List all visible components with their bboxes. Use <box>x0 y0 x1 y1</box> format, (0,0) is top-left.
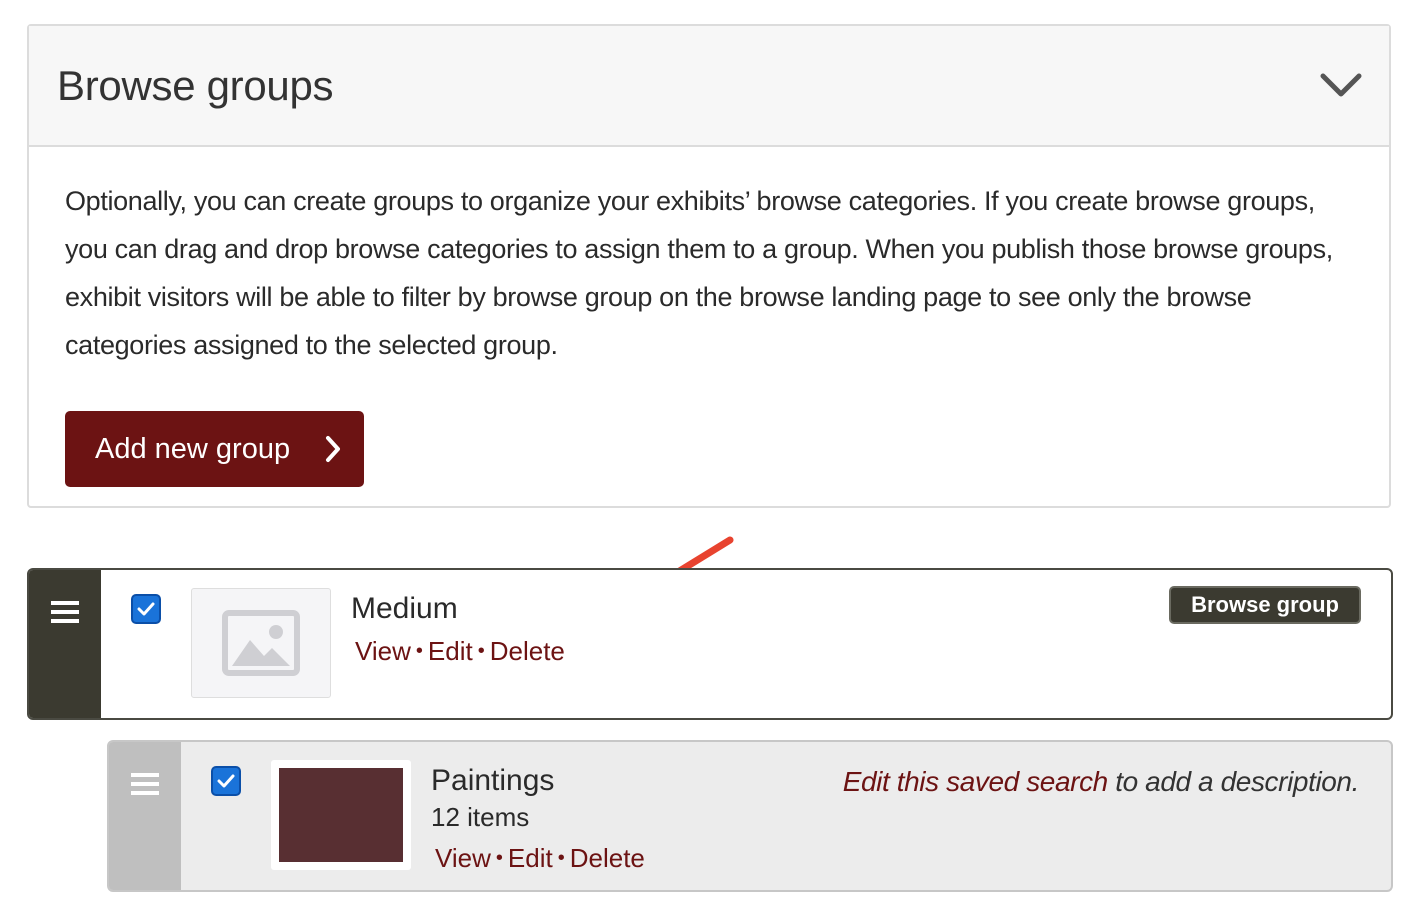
image-placeholder-icon <box>222 610 300 676</box>
panel-title: Browse groups <box>57 61 334 109</box>
hamburger-icon <box>51 601 79 623</box>
thumbnail <box>191 588 331 698</box>
edit-link[interactable]: Edit <box>508 843 553 873</box>
chevron-right-icon <box>326 436 341 462</box>
thumbnail-image <box>279 768 403 862</box>
separator: • <box>415 640 423 662</box>
hamburger-icon <box>131 773 159 795</box>
browse-category-row: Paintings 12 items View • Edit • Delete Edit… <box>107 740 1393 892</box>
thumbnail <box>271 760 411 870</box>
checkmark-icon <box>137 602 155 616</box>
category-description: Edit this saved search to add a descript… <box>843 766 1360 798</box>
publish-checkbox[interactable] <box>131 594 161 624</box>
add-new-group-button[interactable]: Add new group <box>65 411 365 487</box>
delete-link[interactable]: Delete <box>570 843 645 873</box>
browse-groups-panel: Browse groups Optionally, you can create… <box>27 24 1391 508</box>
separator: • <box>477 640 485 662</box>
checkmark-icon <box>217 774 235 788</box>
category-actions: View • Edit • Delete <box>431 843 1391 874</box>
browse-group-row: Medium View • Edit • Delete Browse group <box>27 568 1393 720</box>
drag-handle[interactable] <box>109 742 181 890</box>
delete-link[interactable]: Delete <box>490 636 565 666</box>
edit-link[interactable]: Edit <box>428 636 473 666</box>
separator: • <box>495 847 503 869</box>
browse-groups-panel-body: Optionally, you can create groups to org… <box>29 147 1389 517</box>
separator: • <box>557 847 565 869</box>
panel-description: Optionally, you can create groups to org… <box>65 186 1333 360</box>
group-actions: View • Edit • Delete <box>351 636 1391 667</box>
browse-groups-panel-header[interactable]: Browse groups <box>29 26 1389 147</box>
publish-checkbox[interactable] <box>211 766 241 796</box>
view-link[interactable]: View <box>355 636 411 666</box>
view-link[interactable]: View <box>435 843 491 873</box>
drag-handle[interactable] <box>29 570 101 718</box>
browse-group-badge: Browse group <box>1169 586 1361 624</box>
add-new-group-label: Add new group <box>95 432 291 465</box>
chevron-down-icon[interactable] <box>1319 71 1363 101</box>
edit-saved-search-link[interactable]: Edit this saved search <box>843 766 1109 797</box>
item-count: 12 items <box>431 802 530 832</box>
description-text: to add a description. <box>1107 766 1359 797</box>
